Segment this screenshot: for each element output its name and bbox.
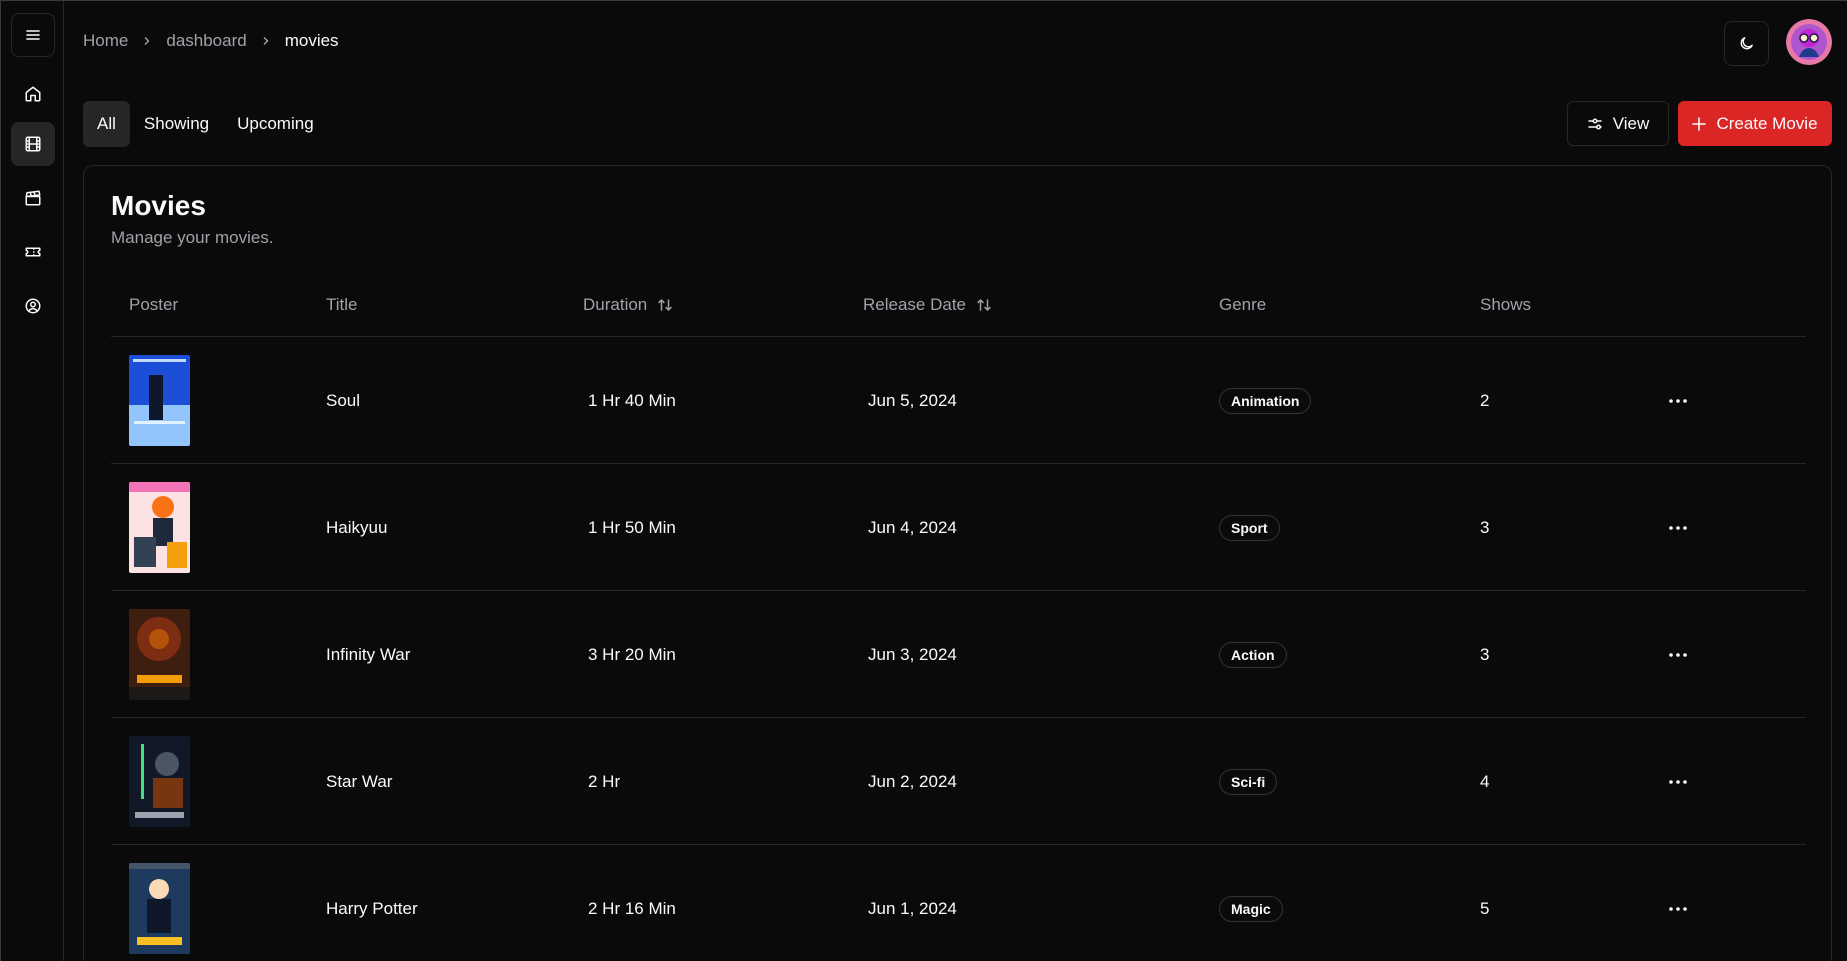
- movie-title: Harry Potter: [326, 898, 418, 918]
- genre-badge: Action: [1219, 641, 1287, 668]
- breadcrumb: Home dashboard movies: [83, 31, 339, 51]
- column-header-shows: Shows: [1480, 295, 1532, 314]
- table-row[interactable]: Haikyuu 1 Hr 50 Min Jun 4, 2024 Sport 3: [111, 464, 1806, 591]
- sidebar-item-tickets[interactable]: [11, 230, 55, 274]
- movie-title: Haikyuu: [326, 517, 388, 537]
- column-header-release-date[interactable]: Release Date: [863, 273, 992, 337]
- row-actions-button[interactable]: [1660, 764, 1696, 800]
- moon-icon: [1740, 37, 1753, 50]
- table-row[interactable]: Soul 1 Hr 40 Min Jun 5, 2024 Animation 2: [111, 337, 1806, 464]
- movie-duration: 1 Hr 40 Min: [588, 390, 676, 410]
- sliders-icon: [1587, 117, 1602, 130]
- movie-title: Soul: [326, 390, 361, 410]
- sidebar-item-shows[interactable]: [11, 176, 55, 220]
- movie-shows: 3: [1480, 517, 1490, 537]
- more-horizontal-icon: [1669, 525, 1687, 530]
- tab-showing[interactable]: Showing: [130, 101, 223, 147]
- sort-icon: [658, 299, 673, 311]
- menu-toggle-button[interactable]: [11, 13, 55, 57]
- page-title: Movies: [111, 190, 206, 221]
- menu-icon: [26, 30, 40, 40]
- movie-shows: 2: [1480, 390, 1490, 410]
- movie-release-date: Jun 3, 2024: [868, 644, 957, 664]
- user-circle-icon: [25, 298, 41, 314]
- sidebar: [1, 1, 64, 961]
- row-actions-button[interactable]: [1660, 891, 1696, 927]
- table-row[interactable]: Infinity War 3 Hr 20 Min Jun 3, 2024 Act…: [111, 591, 1806, 718]
- genre-badge: Sci-fi: [1219, 768, 1278, 795]
- movie-release-date: Jun 4, 2024: [868, 517, 957, 537]
- movie-poster: [129, 736, 190, 827]
- view-options-button[interactable]: View: [1567, 101, 1669, 146]
- table-row[interactable]: Star War 2 Hr Jun 2, 2024 Sci-fi 4: [111, 718, 1806, 845]
- movies-card: Movies Manage your movies. Poster Title …: [83, 165, 1832, 961]
- filter-tabs: All Showing Upcoming: [83, 101, 328, 147]
- sidebar-item-home[interactable]: [11, 72, 55, 116]
- movie-shows: 4: [1480, 771, 1490, 791]
- genre-badge: Sport: [1219, 514, 1280, 541]
- column-header-poster: Poster: [129, 295, 179, 314]
- page-subtitle: Manage your movies.: [111, 228, 274, 247]
- genre-badge: Magic: [1219, 895, 1283, 922]
- movie-duration: 1 Hr 50 Min: [588, 517, 676, 537]
- table-header: Poster Title Duration Release Date Genre…: [111, 273, 1806, 337]
- movie-shows: 3: [1480, 644, 1490, 664]
- movies-table: Poster Title Duration Release Date Genre…: [111, 273, 1806, 961]
- row-actions-button[interactable]: [1660, 383, 1696, 419]
- sort-icon: [977, 299, 991, 311]
- movie-poster: [129, 482, 190, 573]
- theme-toggle-button[interactable]: [1724, 21, 1769, 66]
- breadcrumb-home[interactable]: Home: [83, 31, 128, 51]
- movie-release-date: Jun 2, 2024: [868, 771, 957, 791]
- more-horizontal-icon: [1669, 906, 1687, 911]
- view-button-label: View: [1612, 113, 1650, 133]
- create-movie-button[interactable]: Create Movie: [1678, 101, 1832, 146]
- more-horizontal-icon: [1669, 652, 1687, 657]
- chevron-right-icon: [144, 37, 150, 45]
- movie-duration: 3 Hr 20 Min: [588, 644, 676, 664]
- sidebar-item-account[interactable]: [11, 284, 55, 328]
- movie-poster: [129, 609, 190, 700]
- table-row[interactable]: Harry Potter 2 Hr 16 Min Jun 1, 2024 Mag…: [111, 845, 1806, 961]
- more-horizontal-icon: [1669, 398, 1687, 403]
- movie-shows: 5: [1480, 898, 1490, 918]
- movie-duration: 2 Hr 16 Min: [588, 898, 676, 918]
- column-header-genre: Genre: [1219, 295, 1267, 314]
- movie-poster: [129, 863, 190, 954]
- window-border-top: [0, 0, 1847, 1]
- tab-upcoming[interactable]: Upcoming: [223, 101, 328, 147]
- home-icon: [25, 86, 41, 102]
- genre-badge: Animation: [1219, 387, 1312, 414]
- movie-release-date: Jun 1, 2024: [868, 898, 957, 918]
- movie-title: Star War: [326, 771, 393, 791]
- plus-icon: [1692, 116, 1707, 131]
- tab-all[interactable]: All: [83, 101, 130, 147]
- create-movie-label: Create Movie: [1716, 113, 1818, 133]
- column-header-title: Title: [326, 295, 358, 314]
- more-horizontal-icon: [1669, 779, 1687, 784]
- breadcrumb-dashboard[interactable]: dashboard: [166, 31, 246, 51]
- row-actions-button[interactable]: [1660, 510, 1696, 546]
- clapperboard-icon: [25, 190, 41, 206]
- sidebar-item-movies[interactable]: [11, 122, 55, 166]
- movie-duration: 2 Hr: [588, 771, 621, 791]
- movie-title: Infinity War: [326, 644, 411, 664]
- breadcrumb-current: movies: [284, 31, 339, 50]
- column-header-duration[interactable]: Duration: [583, 273, 673, 337]
- avatar[interactable]: [1786, 19, 1832, 65]
- movie-poster: [129, 355, 190, 446]
- chevron-right-icon: [263, 37, 269, 45]
- ticket-icon: [25, 247, 41, 257]
- movie-release-date: Jun 5, 2024: [868, 390, 957, 410]
- film-icon: [25, 136, 41, 152]
- row-actions-button[interactable]: [1660, 637, 1696, 673]
